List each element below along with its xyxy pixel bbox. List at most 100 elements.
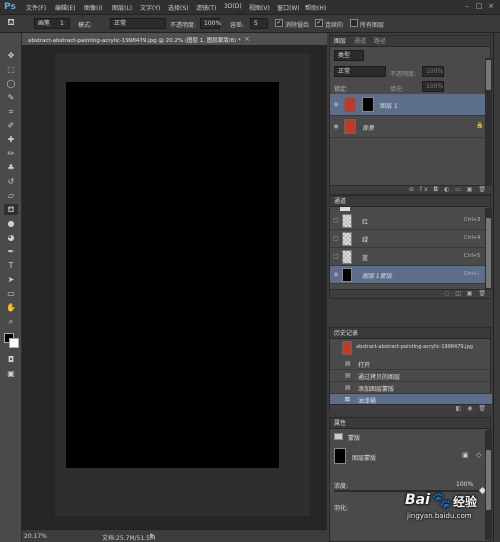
history-snapshot[interactable]: abstract-abstract-painting-acrylic-19984… — [330, 340, 492, 356]
visibility-eye-icon[interactable]: ◉ — [332, 123, 340, 131]
layer-row[interactable]: ◉ 背景 🔒 — [330, 116, 492, 138]
quick-mask-icon[interactable]: ◘ — [4, 354, 18, 365]
history-step[interactable]: ▤ 添加图层蒙版 — [330, 382, 492, 394]
shape-tool-icon[interactable]: ▭ — [4, 288, 18, 299]
antialias-label: 消除锯齿 — [285, 22, 310, 29]
history-step[interactable]: ▤ 通过拷贝的图层 — [330, 370, 492, 382]
channel-row[interactable]: ▢ 红 Ctrl+3 — [330, 212, 492, 230]
image-canvas[interactable] — [66, 82, 279, 468]
channel-name: 图层 1蒙版 — [362, 273, 392, 280]
close-button[interactable]: × — [486, 2, 496, 11]
visibility-eye-icon[interactable]: ◉ — [332, 271, 340, 279]
menu-window[interactable]: 窗口(W) — [277, 3, 300, 12]
screen-mode-icon[interactable]: ▣ — [4, 368, 18, 379]
channels-footer-icons[interactable]: ◌ ◫ ▣ 🗑 — [330, 289, 492, 298]
quick-select-tool-icon[interactable]: ✎ — [4, 92, 18, 103]
move-tool-icon[interactable]: ✥ — [4, 50, 18, 61]
channel-thumbnail — [342, 232, 352, 246]
hand-tool-icon[interactable]: ✋ — [4, 302, 18, 313]
layer-opacity-input[interactable]: 100% — [422, 66, 444, 77]
crop-tool-icon[interactable]: ⌗ — [4, 106, 18, 117]
channel-row[interactable]: ◉ 图层 1蒙版 Ctrl+\ — [330, 266, 492, 284]
menu-view[interactable]: 视图(V) — [249, 3, 270, 12]
pen-tool-icon[interactable]: ✒ — [4, 246, 18, 257]
document-tab[interactable]: abstract-abstract-painting-acrylic-19984… — [22, 33, 327, 46]
all-layers-checkbox[interactable] — [350, 19, 358, 27]
background-color-swatch[interactable] — [9, 338, 19, 348]
history-footer-icons[interactable]: ◧ ◉ 🗑 — [330, 404, 492, 413]
menu-edit[interactable]: 编辑(E) — [55, 3, 75, 12]
fill-input[interactable]: 100% — [422, 81, 444, 92]
blur-tool-icon[interactable]: ● — [4, 218, 18, 229]
close-document-icon[interactable]: × — [244, 35, 250, 43]
vector-mask-icon[interactable]: ◇ — [476, 451, 481, 459]
visibility-eye-icon[interactable]: ▢ — [332, 217, 340, 225]
menu-3d[interactable]: 3D(D) — [224, 3, 242, 10]
tab-channels[interactable]: 通道 — [354, 38, 366, 45]
lasso-tool-icon[interactable]: ◯ — [4, 78, 18, 89]
visibility-eye-icon[interactable]: ◉ — [332, 101, 340, 109]
tolerance-label: 容差: — [230, 22, 245, 29]
menu-help[interactable]: 帮助(H) — [305, 3, 326, 12]
layers-scrollbar[interactable] — [485, 58, 492, 186]
channel-name: 绿 — [362, 237, 369, 244]
baidu-brand-suffix: 经验 — [453, 495, 478, 509]
menu-select[interactable]: 选择(S) — [168, 3, 189, 12]
dodge-tool-icon[interactable]: ◕ — [4, 232, 18, 243]
zoom-level[interactable]: 20.17% — [24, 533, 47, 540]
healing-tool-icon[interactable]: ✚ — [4, 134, 18, 145]
menu-filter[interactable]: 滤镜(T) — [196, 3, 216, 12]
history-step-name: 打开 — [358, 362, 371, 369]
dock-collapse-strip[interactable] — [493, 33, 500, 542]
layers-footer-icons[interactable]: ⊖ fx ◘ ◐ ▭ ▣ 🗑 — [330, 185, 492, 194]
menu-image[interactable]: 图像(I) — [84, 3, 102, 12]
paint-bucket-icon[interactable]: ⛾ — [4, 18, 18, 29]
eraser-tool-icon[interactable]: ▱ — [4, 190, 18, 201]
eyedropper-tool-icon[interactable]: ✐ — [4, 120, 18, 131]
antialias-checkbox[interactable]: ✓ — [275, 19, 283, 27]
layers-scrollbar-thumb[interactable] — [486, 60, 491, 90]
stamp-tool-icon[interactable]: ♣ — [4, 162, 18, 173]
paint-bucket-tool-icon[interactable]: ⛾ — [4, 204, 18, 215]
layer-filter-select[interactable]: 类型 — [334, 50, 364, 61]
tolerance-input[interactable]: 5 — [250, 18, 268, 29]
snapshot-thumbnail — [342, 341, 352, 355]
visibility-eye-icon[interactable]: ▢ — [332, 253, 340, 261]
channel-shortcut: Ctrl+\ — [464, 271, 479, 277]
pixel-mask-icon[interactable]: ▣ — [462, 451, 469, 459]
history-step[interactable]: ▤ 打开 — [330, 358, 492, 370]
status-arrow-icon[interactable]: ▶ — [150, 532, 155, 539]
density-value[interactable]: 100% — [456, 481, 473, 488]
marquee-tool-icon[interactable]: ⬚ — [4, 64, 18, 75]
visibility-eye-icon[interactable]: ▢ — [332, 235, 340, 243]
type-tool-icon[interactable]: T — [4, 260, 18, 271]
opacity-input[interactable]: 100% — [200, 18, 221, 29]
blend-mode-select[interactable]: 正常 — [334, 66, 386, 77]
channel-thumbnail — [342, 268, 352, 282]
path-select-tool-icon[interactable]: ➤ — [4, 274, 18, 285]
mode-select[interactable]: 正常 — [110, 18, 166, 29]
contiguous-checkbox[interactable]: ✓ — [315, 19, 323, 27]
document-area — [22, 46, 327, 529]
tab-paths[interactable]: 路径 — [374, 38, 386, 45]
history-brush-tool-icon[interactable]: ↺ — [4, 176, 18, 187]
channels-scrollbar-thumb[interactable] — [486, 218, 491, 288]
channels-scrollbar[interactable] — [485, 208, 492, 290]
maximize-button[interactable]: □ — [474, 2, 484, 11]
zoom-tool-icon[interactable]: ⌕ — [4, 316, 18, 327]
menu-file[interactable]: 文件(F) — [26, 3, 46, 12]
fill-source-value: 1 — [59, 20, 64, 27]
channels-panel: 通道 ▢ 红 Ctrl+3 ▢ 绿 Ctrl+4 ▢ 蓝 Ctrl+5 ◉ 图层… — [329, 195, 492, 299]
tab-layers[interactable]: 图层 — [334, 38, 346, 45]
brush-tool-icon[interactable]: ✏ — [4, 148, 18, 159]
menu-layer[interactable]: 图层(L) — [112, 3, 132, 12]
minimize-button[interactable]: – — [462, 2, 472, 11]
layer-row[interactable]: ◉ 图层 1 — [330, 94, 492, 116]
channel-row[interactable]: ▢ 绿 Ctrl+4 — [330, 230, 492, 248]
layer-mask-thumbnail[interactable] — [362, 97, 374, 112]
channel-row[interactable]: ▢ 蓝 Ctrl+5 — [330, 248, 492, 266]
history-panel-header: 历史记录 — [330, 328, 490, 339]
fill-source-select[interactable]: 画笔 1 — [34, 18, 70, 29]
history-step-icon: ▤ — [345, 360, 351, 367]
menu-type[interactable]: 文字(Y) — [140, 3, 160, 12]
